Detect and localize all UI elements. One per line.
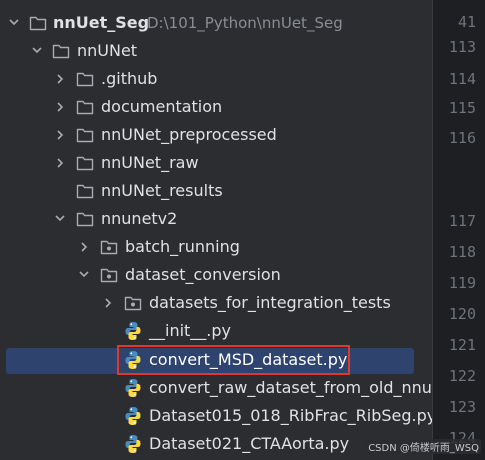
tree-item-label: .github [101, 69, 158, 88]
tree-row-nnunet-raw[interactable]: nnUNet_raw [0, 149, 432, 177]
folder-icon [76, 205, 94, 233]
tree-row-init-py[interactable]: __init__.py [0, 317, 432, 345]
chevron-right-icon[interactable] [78, 233, 90, 261]
chevron-down-icon[interactable] [8, 9, 20, 37]
chevron-right-icon[interactable] [54, 93, 66, 121]
line-number: 122 [448, 367, 476, 385]
tree-row-dataset-conversion[interactable]: dataset_conversion [0, 261, 432, 289]
line-number: 114 [448, 70, 476, 88]
tree-item-label: nnUNet_preprocessed [101, 125, 277, 144]
tree-row-nnunetv2[interactable]: nnunetv2 [0, 205, 432, 233]
project-name: nnUet_Seg [53, 13, 150, 32]
tree-row-project-root[interactable]: nnUet_Seg D:\101_Python\nnUet_Seg [0, 9, 432, 37]
folder-icon [52, 37, 70, 65]
line-number: 120 [448, 305, 476, 323]
folder-icon [76, 65, 94, 93]
tree-row-documentation[interactable]: documentation [0, 93, 432, 121]
tree-item-label: nnUNet_raw [101, 153, 199, 172]
line-number: 118 [448, 243, 476, 261]
tree-item-label: nnUNet_results [101, 181, 223, 200]
tree-item-label: batch_running [125, 237, 240, 256]
chevron-down-icon[interactable] [31, 37, 43, 65]
chevron-right-icon[interactable] [102, 289, 114, 317]
chevron-down-icon[interactable] [78, 261, 90, 289]
line-number: 115 [448, 99, 476, 117]
folder-icon [76, 177, 94, 205]
chevron-right-icon[interactable] [54, 65, 66, 93]
line-number: 121 [448, 336, 476, 354]
tree-row-datasets-for-integration-tests[interactable]: datasets_for_integration_tests [0, 289, 432, 317]
tree-item-label: dataset_conversion [125, 265, 281, 284]
line-number: 119 [448, 274, 476, 292]
folder-icon [76, 121, 94, 149]
python-file-icon [124, 402, 142, 430]
tree-item-label: Dataset021_CTAAorta.py [149, 434, 350, 453]
project-path: D:\101_Python\nnUet_Seg [147, 14, 343, 32]
tree-row-nnunet-preprocessed[interactable]: nnUNet_preprocessed [0, 121, 432, 149]
tree-row-github[interactable]: .github [0, 65, 432, 93]
chevron-down-icon[interactable] [54, 205, 66, 233]
watermark-text: CSDN @倚楼听雨_WSQ [366, 439, 481, 454]
line-number: 113 [448, 38, 476, 56]
tree-item-label: __init__.py [149, 321, 232, 340]
tree-item-label: convert_raw_dataset_from_old_nnunet_form… [149, 378, 432, 397]
tree-row-nnunet-results[interactable]: nnUNet_results [0, 177, 432, 205]
tree-row-nnunet[interactable]: nnUNet [0, 37, 432, 65]
folder-icon [76, 93, 94, 121]
line-number: 41 [457, 13, 476, 31]
package-folder-icon [124, 289, 142, 317]
tree-row-dataset015[interactable]: Dataset015_018_RibFrac_RibSeg.py [0, 402, 432, 430]
tree-item-label: nnUNet [77, 41, 138, 60]
tree-item-label: Dataset015_018_RibFrac_RibSeg.py [149, 406, 432, 425]
python-file-icon [124, 374, 142, 402]
python-file-icon [124, 430, 142, 458]
project-tree: nnUet_Seg D:\101_Python\nnUet_Seg nnUNet… [0, 0, 432, 460]
tree-item-label: documentation [101, 97, 223, 116]
line-number: 116 [448, 129, 476, 147]
chevron-right-icon[interactable] [54, 121, 66, 149]
tree-row-convert-raw-dataset[interactable]: convert_raw_dataset_from_old_nnunet_form… [0, 374, 432, 402]
line-number: 117 [448, 212, 476, 230]
tree-row-batch-running[interactable]: batch_running [0, 233, 432, 261]
tree-item-label: nnunetv2 [101, 209, 178, 228]
annotation-highlight-box [117, 345, 350, 375]
editor-gutter: 41 113 114 115 116 117 118 119 120 121 1… [433, 0, 485, 460]
folder-icon [76, 149, 94, 177]
python-file-icon [124, 317, 142, 345]
folder-icon [29, 9, 47, 37]
line-number: 123 [448, 398, 476, 416]
package-folder-icon [100, 261, 118, 289]
tree-item-label: datasets_for_integration_tests [149, 293, 391, 312]
package-folder-icon [100, 233, 118, 261]
chevron-right-icon[interactable] [54, 149, 66, 177]
